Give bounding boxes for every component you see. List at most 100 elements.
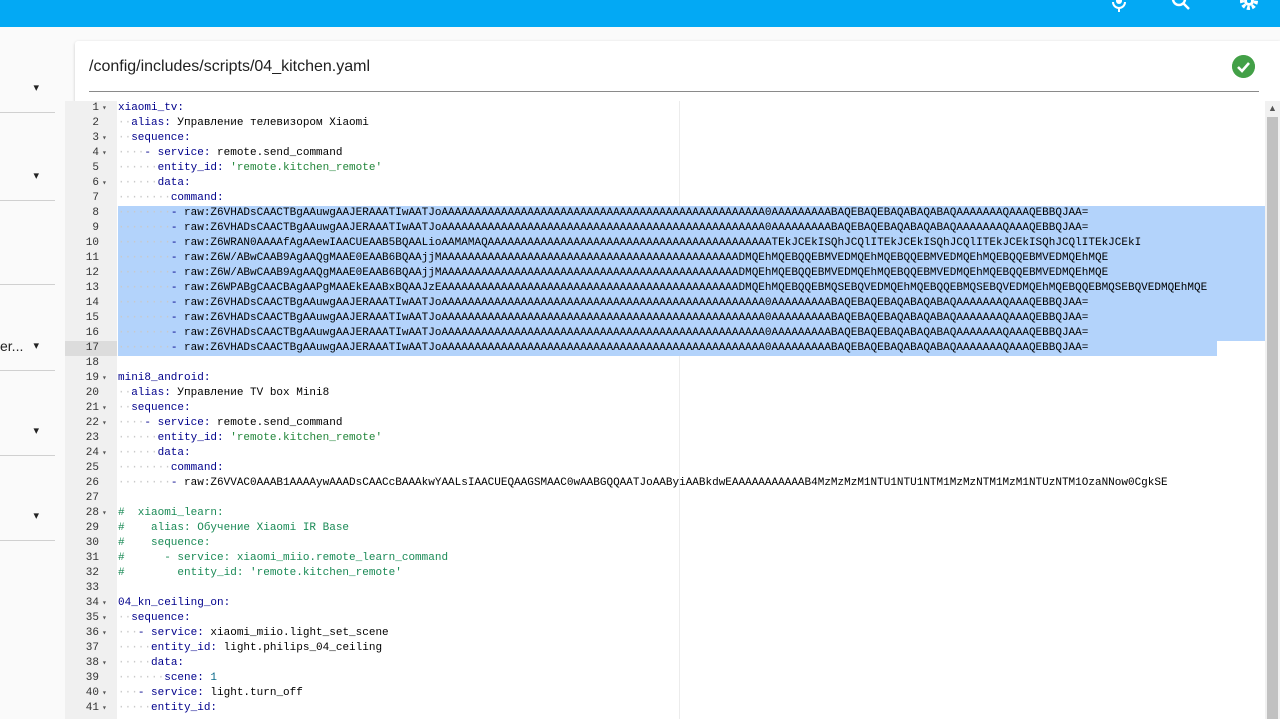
code-text: ······entity_id: 'remote.kitchen_remote' xyxy=(118,432,383,444)
code-line[interactable]: 6 ▾ ······data: xyxy=(65,176,1265,191)
code-line[interactable]: 33 xyxy=(65,581,1265,596)
sidebar-dropdowns: ▾ ▾ er... ▾ ▾ ▾ xyxy=(0,27,62,719)
line-number: 3 xyxy=(92,132,99,144)
divider xyxy=(89,91,1259,92)
code-text: ········- raw:Z6VHADsCAACTBgAAuwgAAJERAA… xyxy=(118,342,1089,354)
fold-toggle-icon[interactable]: ▾ xyxy=(102,686,112,701)
code-text: ·····entity_id: light.philips_04_ceiling xyxy=(118,642,383,654)
fold-toggle-icon[interactable]: ▾ xyxy=(102,416,112,431)
code-line[interactable]: 14 ········- raw:Z6VHADsCAACTBgAAuwgAAJER… xyxy=(65,296,1265,311)
code-line[interactable]: 36 ▾ ···- service: xiaomi_miio.light_set_s… xyxy=(65,626,1265,641)
file-path: /config/includes/scripts/04_kitchen.yaml xyxy=(89,58,371,75)
code-line[interactable]: 9 ········- raw:Z6VHADsCAACTBgAAuwgAAJERA… xyxy=(65,221,1265,236)
fold-toggle-icon[interactable]: ▾ xyxy=(102,371,112,386)
fold-toggle-icon[interactable]: ▾ xyxy=(102,626,112,641)
sidebar-dropdown[interactable]: ▾ xyxy=(0,115,55,201)
fold-toggle-icon[interactable]: ▾ xyxy=(102,506,112,521)
code-text: ········- raw:Z6VHADsCAACTBgAAuwgAAJERAA… xyxy=(118,207,1089,219)
line-number: 10 xyxy=(85,237,99,249)
fold-toggle-icon[interactable]: ▾ xyxy=(102,131,112,146)
line-number: 25 xyxy=(85,462,99,474)
code-text: # alias: Обучение Xiaomi IR Base xyxy=(118,522,350,534)
code-line[interactable]: 23 ······entity_id: 'remote.kitchen_remot… xyxy=(65,431,1265,446)
line-number: 24 xyxy=(85,447,99,459)
code-line[interactable]: 40 ▾ ···- service: light.turn_off xyxy=(65,686,1265,701)
code-line[interactable]: 16 ········- raw:Z6VHADsCAACTBgAAuwgAAJER… xyxy=(65,326,1265,341)
code-text: ····- service: remote.send_command xyxy=(118,147,343,159)
code-text: xiaomi_tv: xyxy=(118,102,185,114)
line-number: 11 xyxy=(85,252,99,264)
code-line[interactable]: 28 ▾ # xiaomi_learn: xyxy=(65,506,1265,521)
line-number: 30 xyxy=(85,537,99,549)
search-icon[interactable] xyxy=(1170,0,1192,12)
code-line[interactable]: 2 ··alias: Управление телевизором Xiaomi xyxy=(65,116,1265,131)
code-text: ··sequence: xyxy=(118,132,191,144)
code-text: ········command: xyxy=(118,462,224,474)
code-line[interactable]: 1 ▾ xiaomi_tv: xyxy=(65,101,1265,116)
fold-toggle-icon[interactable]: ▾ xyxy=(102,446,112,461)
code-line[interactable]: 30 # sequence: xyxy=(65,536,1265,551)
fold-toggle-icon[interactable]: ▾ xyxy=(102,596,112,611)
scrollbar-thumb[interactable] xyxy=(1267,117,1278,719)
code-line[interactable]: 37 ·····entity_id: light.philips_04_ceili… xyxy=(65,641,1265,656)
code-editor[interactable]: 1 ▾ xiaomi_tv: 2 ··alias: Управление телевиз… xyxy=(65,101,1265,719)
line-number: 36 xyxy=(85,627,99,639)
code-line[interactable]: 35 ▾ ··sequence: xyxy=(65,611,1265,626)
code-line[interactable]: 3 ▾ ··sequence: xyxy=(65,131,1265,146)
fold-toggle-icon[interactable]: ▾ xyxy=(102,701,112,716)
line-number: 12 xyxy=(85,267,99,279)
code-line[interactable]: 8 ········- raw:Z6VHADsCAACTBgAAuwgAAJERA… xyxy=(65,206,1265,221)
line-number: 29 xyxy=(85,522,99,534)
fold-toggle-icon[interactable]: ▾ xyxy=(102,101,112,116)
sidebar-dropdown[interactable]: ▾ xyxy=(0,370,55,456)
code-line[interactable]: 25 ········command: xyxy=(65,461,1265,476)
code-line[interactable]: 10 ········- raw:Z6WRAN0AAAAfAgAAewIAACUE… xyxy=(65,236,1265,251)
code-line[interactable]: 32 # entity_id: 'remote.kitchen_remote' xyxy=(65,566,1265,581)
gear-icon[interactable] xyxy=(1238,0,1260,12)
code-line[interactable]: 31 # - service: xiaomi_miio.remote_learn_… xyxy=(65,551,1265,566)
code-line[interactable]: 5 ······entity_id: 'remote.kitchen_remote… xyxy=(65,161,1265,176)
code-line[interactable]: 4 ▾ ····- service: remote.send_command xyxy=(65,146,1265,161)
vertical-scrollbar[interactable]: ▲ xyxy=(1265,101,1280,719)
code-line[interactable]: 22 ▾ ····- service: remote.send_command xyxy=(65,416,1265,431)
line-number: 38 xyxy=(85,657,99,669)
code-line[interactable]: 15 ········- raw:Z6VHADsCAACTBgAAuwgAAJER… xyxy=(65,311,1265,326)
code-line[interactable]: 24 ▾ ······data: xyxy=(65,446,1265,461)
fold-toggle-icon[interactable]: ▾ xyxy=(102,656,112,671)
code-line[interactable]: 21 ▾ ··sequence: xyxy=(65,401,1265,416)
code-text: ········- raw:Z6VHADsCAACTBgAAuwgAAJERAA… xyxy=(118,297,1089,309)
code-line[interactable]: 38 ▾ ·····data: xyxy=(65,656,1265,671)
code-line[interactable]: 17 ········- raw:Z6VHADsCAACTBgAAuwgAAJER… xyxy=(65,341,1265,356)
line-number: 26 xyxy=(85,477,99,489)
fold-toggle-icon[interactable]: ▾ xyxy=(102,401,112,416)
dropdown-arrow-icon: ▾ xyxy=(33,82,39,94)
code-line[interactable]: 11 ········- raw:Z6W/ABwCAAB9AgAAQgMAAE0E… xyxy=(65,251,1265,266)
fold-toggle-icon[interactable]: ▾ xyxy=(102,176,112,191)
code-line[interactable]: 26 ········- raw:Z6VVAC0AAAB1AAAAywAAADsC… xyxy=(65,476,1265,491)
code-text: ········- raw:Z6VVAC0AAAB1AAAAywAAADsCAA… xyxy=(118,477,1168,489)
code-line[interactable]: 20 ··alias: Управление TV box Mini8 xyxy=(65,386,1265,401)
code-text: 04_kn_ceiling_on: xyxy=(118,597,231,609)
microphone-icon[interactable] xyxy=(1108,0,1130,12)
line-number: 1 xyxy=(92,102,99,114)
line-number: 34 xyxy=(85,597,99,609)
code-line[interactable]: 19 ▾ mini8_android: xyxy=(65,371,1265,386)
dropdown-arrow-icon: ▾ xyxy=(33,340,39,352)
code-text: ····- service: remote.send_command xyxy=(118,417,343,429)
scroll-up-icon[interactable]: ▲ xyxy=(1268,103,1277,113)
code-line[interactable]: 34 ▾ 04_kn_ceiling_on: xyxy=(65,596,1265,611)
code-line[interactable]: 27 xyxy=(65,491,1265,506)
fold-toggle-icon[interactable]: ▾ xyxy=(102,146,112,161)
code-line[interactable]: 41 ▾ ·····entity_id: xyxy=(65,701,1265,716)
code-line[interactable]: 7 ········command: xyxy=(65,191,1265,206)
sidebar-dropdown[interactable]: ▾ xyxy=(0,27,55,113)
code-line[interactable]: 13 ········- raw:Z6WPABgCAACBAgAAPgMAAEkE… xyxy=(65,281,1265,296)
code-line[interactable]: 12 ········- raw:Z6W/ABwCAAB9AgAAQgMAAE0E… xyxy=(65,266,1265,281)
code-line[interactable]: 29 # alias: Обучение Xiaomi IR Base xyxy=(65,521,1265,536)
code-line[interactable]: 39 ·······scene: 1 xyxy=(65,671,1265,686)
sidebar-dropdown[interactable]: ▾ xyxy=(0,455,55,541)
code-text: ········- raw:Z6W/ABwCAAB9AgAAQgMAAE0EAA… xyxy=(118,267,1109,279)
fold-toggle-icon[interactable]: ▾ xyxy=(102,611,112,626)
code-line[interactable]: 18 xyxy=(65,356,1265,371)
sidebar-dropdown[interactable]: er... ▾ xyxy=(0,285,55,371)
